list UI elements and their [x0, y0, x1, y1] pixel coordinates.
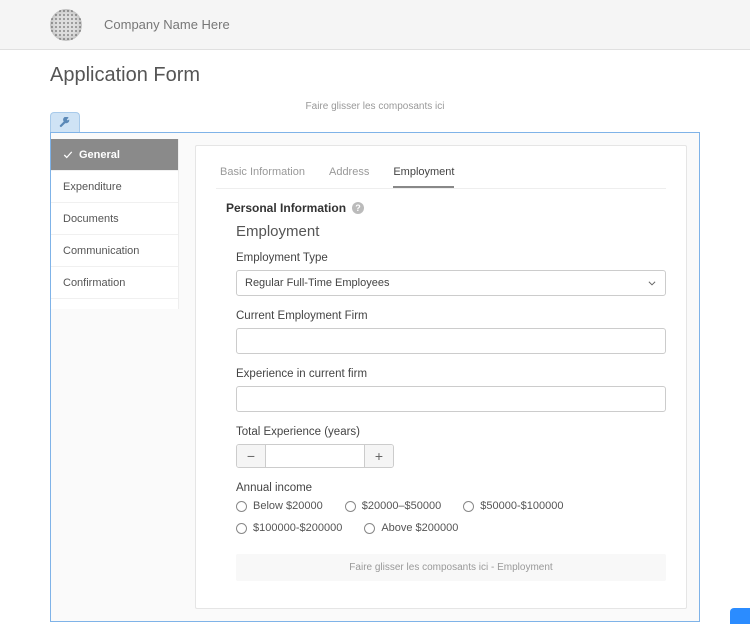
- section-label-text: Personal Information: [226, 201, 346, 215]
- radio-20000-50000[interactable]: $20000–$50000: [345, 500, 442, 512]
- tab-employment[interactable]: Employment: [393, 160, 454, 188]
- sidebar-item-documents[interactable]: Documents: [51, 203, 178, 235]
- sidebar: General Expenditure Documents Communicat…: [51, 139, 179, 309]
- tab-address[interactable]: Address: [329, 160, 369, 188]
- field-label: Total Experience (years): [236, 426, 666, 438]
- field-total-experience: Total Experience (years) − +: [236, 426, 666, 468]
- employment-type-select[interactable]: Regular Full-Time Employees: [236, 270, 666, 296]
- radio-icon: [236, 501, 247, 512]
- field-current-firm: Current Employment Firm: [236, 310, 666, 354]
- sidebar-item-label: Confirmation: [63, 277, 125, 289]
- sidebar-item-general[interactable]: General: [51, 139, 178, 171]
- radio-above-200000[interactable]: Above $200000: [364, 522, 458, 534]
- select-value: Regular Full-Time Employees: [245, 277, 389, 289]
- radio-icon: [364, 523, 375, 534]
- field-label: Current Employment Firm: [236, 310, 666, 322]
- dropzone-top[interactable]: Faire glisser les composants ici: [0, 97, 750, 114]
- company-logo: [50, 9, 82, 41]
- sidebar-item-label: Documents: [63, 213, 119, 225]
- radio-icon: [236, 523, 247, 534]
- radio-icon: [345, 501, 356, 512]
- field-label: Annual income: [236, 482, 666, 494]
- stepper-value: [265, 445, 365, 467]
- sidebar-item-label: Expenditure: [63, 181, 122, 193]
- experience-current-input[interactable]: [236, 386, 666, 412]
- radio-label: $20000–$50000: [362, 500, 442, 512]
- current-firm-input[interactable]: [236, 328, 666, 354]
- page-title: Application Form: [0, 50, 750, 97]
- radio-label: $100000-$200000: [253, 522, 342, 534]
- total-experience-stepper: − +: [236, 444, 394, 468]
- annual-income-radios: Below $20000 $20000–$50000 $50000-$10000…: [236, 500, 666, 512]
- tab-basic-information[interactable]: Basic Information: [220, 160, 305, 188]
- form-panel: Basic Information Address Employment Per…: [195, 145, 687, 609]
- help-corner-button[interactable]: [730, 608, 750, 624]
- tool-tab[interactable]: [50, 112, 80, 132]
- annual-income-radios-row2: $100000-$200000 Above $200000: [236, 522, 666, 534]
- inner-tabs: Basic Information Address Employment: [216, 160, 666, 189]
- tool-tabstrip: [50, 114, 750, 132]
- chevron-down-icon: [647, 278, 657, 288]
- info-icon[interactable]: ?: [352, 202, 364, 214]
- field-experience-current: Experience in current firm: [236, 368, 666, 412]
- topbar: Company Name Here: [0, 0, 750, 50]
- sidebar-item-communication[interactable]: Communication: [51, 235, 178, 267]
- main-area: General Expenditure Documents Communicat…: [50, 132, 700, 622]
- radio-below-20000[interactable]: Below $20000: [236, 500, 323, 512]
- field-annual-income: Annual income Below $20000 $20000–$50000…: [236, 482, 666, 534]
- stepper-minus-button[interactable]: −: [237, 445, 265, 467]
- radio-50000-100000[interactable]: $50000-$100000: [463, 500, 563, 512]
- company-name: Company Name Here: [104, 17, 230, 32]
- radio-icon: [463, 501, 474, 512]
- sidebar-item-expenditure[interactable]: Expenditure: [51, 171, 178, 203]
- wrench-icon: [59, 117, 71, 129]
- field-employment-type: Employment Type Regular Full-Time Employ…: [236, 252, 666, 296]
- dropzone-employment[interactable]: Faire glisser les composants ici - Emplo…: [236, 554, 666, 581]
- field-label: Employment Type: [236, 252, 666, 264]
- check-icon: [63, 150, 73, 160]
- field-label: Experience in current firm: [236, 368, 666, 380]
- subsection-employment-title: Employment: [236, 223, 666, 240]
- section-personal-information: Personal Information ?: [226, 201, 666, 215]
- radio-100000-200000[interactable]: $100000-$200000: [236, 522, 342, 534]
- radio-label: Above $200000: [381, 522, 458, 534]
- sidebar-item-label: General: [79, 149, 120, 161]
- sidebar-item-confirmation[interactable]: Confirmation: [51, 267, 178, 299]
- stepper-plus-button[interactable]: +: [365, 445, 393, 467]
- radio-label: $50000-$100000: [480, 500, 563, 512]
- sidebar-item-label: Communication: [63, 245, 139, 257]
- radio-label: Below $20000: [253, 500, 323, 512]
